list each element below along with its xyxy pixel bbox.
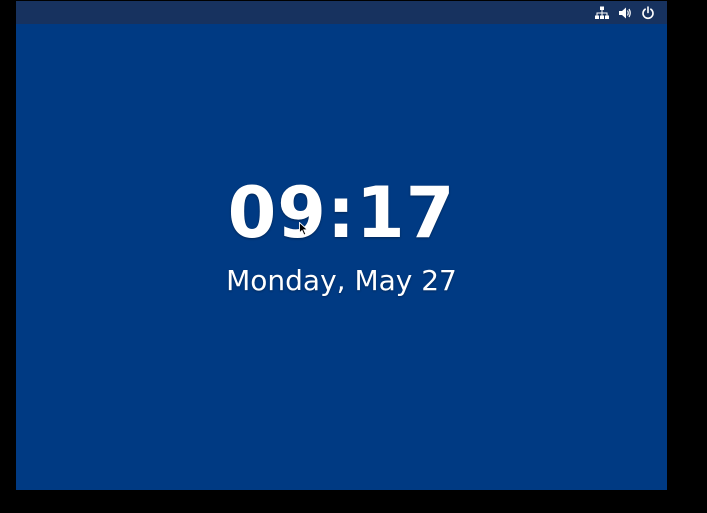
- lock-screen[interactable]: 09:17 Monday, May 27: [16, 1, 667, 490]
- top-bar: [16, 1, 667, 24]
- clock-date: Monday, May 27: [226, 264, 457, 297]
- volume-icon[interactable]: [617, 5, 632, 20]
- system-status-area[interactable]: [594, 1, 655, 24]
- network-icon[interactable]: [594, 5, 609, 20]
- lock-clock: 09:17 Monday, May 27: [16, 171, 667, 297]
- mouse-cursor-icon: [299, 222, 309, 236]
- power-icon[interactable]: [640, 5, 655, 20]
- clock-time: 09:17: [227, 172, 456, 254]
